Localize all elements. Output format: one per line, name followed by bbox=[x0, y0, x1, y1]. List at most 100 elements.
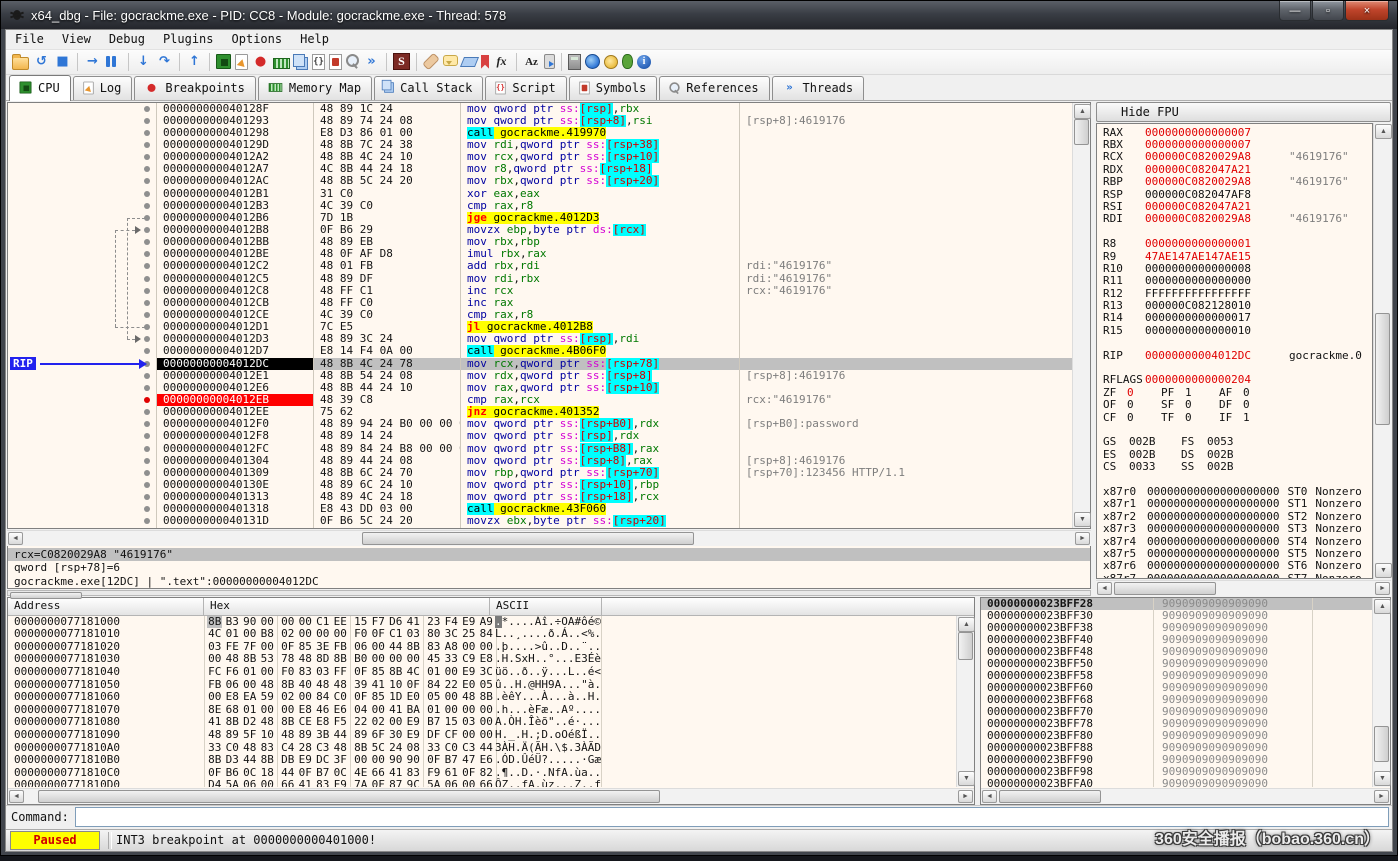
disasm-row[interactable]: 000000000040130948 8B 6C 24 70mov rbp,qw… bbox=[8, 467, 1072, 479]
segment-value[interactable]: 0033 bbox=[1129, 461, 1181, 473]
stack-vertical-scrollbar[interactable]: ▲ ▼ bbox=[1372, 598, 1390, 787]
disasm-row[interactable]: 000000000040128F48 89 1C 24mov qword ptr… bbox=[8, 103, 1072, 115]
menu-item-file[interactable]: File bbox=[6, 30, 53, 48]
disasm-row[interactable]: 000000000040129348 89 74 24 08mov qword … bbox=[8, 115, 1072, 127]
disassembly-horizontal-scrollbar[interactable]: ◄ ► bbox=[7, 530, 1091, 546]
scroll-down-button[interactable]: ▼ bbox=[1374, 771, 1391, 786]
hex-byte[interactable]: 00 bbox=[298, 691, 313, 704]
dump-rows[interactable]: 00000000771810008BB390000000C1EE15F7D641… bbox=[8, 616, 956, 787]
disasm-row[interactable]: 00000000004012EE75 62jnz gocrackme.40135… bbox=[8, 406, 1072, 418]
disasm-row[interactable]: 0000000000401298E8 D3 86 01 00call gocra… bbox=[8, 127, 1072, 139]
flag-value[interactable]: 0 bbox=[1185, 412, 1219, 424]
disasm-row[interactable]: 00000000004012A248 8B 4C 24 10mov rcx,qw… bbox=[8, 151, 1072, 163]
instruction-dot[interactable] bbox=[144, 239, 150, 245]
calculator-icon[interactable] bbox=[568, 54, 581, 70]
hex-byte[interactable]: 03 bbox=[406, 628, 421, 641]
hex-byte[interactable]: FF bbox=[333, 666, 348, 679]
step-into-icon[interactable]: ↓ bbox=[135, 53, 152, 70]
hex-byte[interactable]: D4 bbox=[207, 779, 222, 786]
instruction-dot[interactable] bbox=[144, 191, 150, 197]
hex-byte[interactable]: 3B bbox=[315, 729, 330, 742]
disasm-row[interactable]: 00000000004012EB48 39 C8cmp rax,rcxrcx:"… bbox=[8, 394, 1072, 406]
hex-byte[interactable]: 00 bbox=[444, 666, 459, 679]
scroll-thumb[interactable] bbox=[958, 632, 973, 660]
scroll-thumb[interactable] bbox=[362, 532, 694, 545]
references-icon[interactable]: » bbox=[363, 53, 380, 70]
instruction-dot[interactable] bbox=[144, 118, 150, 124]
hex-byte[interactable]: 00 bbox=[315, 628, 330, 641]
dump-row[interactable]: 0000000077181040FCF60100F08303FF0F858B4C… bbox=[8, 666, 956, 679]
disasm-row[interactable]: 00000000004012BE48 0F AF D8imul rbx,rax bbox=[8, 248, 1072, 260]
hex-byte[interactable]: 44 bbox=[333, 729, 348, 742]
disasm-row[interactable]: 00000000004012B67D 1Bjge gocrackme.4012D… bbox=[8, 212, 1072, 224]
instruction-dot[interactable] bbox=[144, 215, 150, 221]
scroll-left-button[interactable]: ◄ bbox=[8, 532, 23, 545]
disasm-row[interactable]: 000000000040131348 89 4C 24 18mov qword … bbox=[8, 491, 1072, 503]
text-encoding-icon[interactable]: Az bbox=[523, 53, 540, 70]
segment-value[interactable]: 002B bbox=[1207, 461, 1259, 473]
bookmarks-icon[interactable] bbox=[481, 55, 489, 69]
disasm-row[interactable]: 00000000004012BB48 89 EBmov rbx,rbp bbox=[8, 236, 1072, 248]
hex-byte[interactable]: 8B bbox=[260, 754, 275, 767]
tab-breakpoints[interactable]: ●Breakpoints bbox=[134, 76, 255, 100]
hex-byte[interactable]: C1 bbox=[388, 628, 403, 641]
hex-byte[interactable]: 85 bbox=[371, 666, 386, 679]
hex-byte[interactable]: DB bbox=[280, 754, 295, 767]
hex-byte[interactable]: DC bbox=[315, 754, 330, 767]
register-value[interactable]: 0000000000000001 bbox=[1145, 237, 1251, 250]
register-value[interactable]: 000000C082047A21 bbox=[1145, 163, 1251, 176]
hex-byte[interactable]: 87 bbox=[388, 779, 403, 786]
stack-row[interactable]: 00000000023BFF409090909090909090 bbox=[981, 634, 1372, 646]
disasm-row[interactable]: 00000000004012E648 8B 44 24 10mov rax,qw… bbox=[8, 382, 1072, 394]
scroll-thumb[interactable] bbox=[10, 592, 82, 599]
hex-byte[interactable]: 00 bbox=[260, 779, 275, 786]
instruction-dot[interactable] bbox=[144, 433, 150, 439]
register-value[interactable]: 000000C0820029A8 bbox=[1145, 212, 1251, 225]
scroll-up-button[interactable]: ▲ bbox=[1374, 599, 1391, 614]
hex-byte[interactable]: 10 bbox=[260, 729, 275, 742]
scroll-thumb[interactable] bbox=[1074, 119, 1089, 145]
instruction-dot[interactable] bbox=[144, 276, 150, 282]
disasm-row[interactable]: 000000000040131D0F B6 5C 24 20movzx ebx,… bbox=[8, 515, 1072, 527]
hex-byte[interactable]: 06 bbox=[242, 779, 257, 786]
report-bug-icon[interactable] bbox=[622, 54, 633, 69]
instruction-dot[interactable] bbox=[144, 178, 150, 184]
hex-byte[interactable]: 4C bbox=[406, 666, 421, 679]
dump-row[interactable]: 00000000771810D0D45A0600664183F97A0F879C… bbox=[8, 779, 956, 786]
disasm-row[interactable]: 00000000004012CB48 FF C0inc rax bbox=[8, 297, 1072, 309]
hex-byte[interactable]: 25 bbox=[461, 628, 476, 641]
scroll-down-button[interactable]: ▼ bbox=[1375, 563, 1392, 578]
hex-byte[interactable]: 47 bbox=[461, 754, 476, 767]
register-value[interactable]: 0000000000000204 bbox=[1145, 373, 1251, 386]
flag-value[interactable]: 0 bbox=[1185, 399, 1219, 411]
hex-byte[interactable]: 0F bbox=[371, 779, 386, 786]
flag-value[interactable]: 0 bbox=[1127, 412, 1161, 424]
scroll-right-button[interactable]: ► bbox=[958, 790, 973, 803]
register-value[interactable]: 0000000000000007 bbox=[1145, 126, 1251, 139]
segment-line[interactable]: CS0033SS002B bbox=[1103, 461, 1372, 473]
restart-icon[interactable]: ↺ bbox=[33, 53, 50, 70]
symbols-icon[interactable] bbox=[329, 54, 342, 70]
dump-vertical-scrollbar[interactable]: ▲ ▼ bbox=[956, 616, 974, 787]
hex-byte[interactable]: 02 bbox=[280, 691, 295, 704]
hex-byte[interactable]: 8B bbox=[388, 666, 403, 679]
registers-vertical-scrollbar[interactable]: ▲ ▼ bbox=[1373, 123, 1391, 579]
disasm-row[interactable]: 00000000004012C248 01 FBadd rbx,rdirdi:"… bbox=[8, 260, 1072, 272]
instruction-dot[interactable] bbox=[144, 482, 150, 488]
instruction-dot[interactable] bbox=[144, 263, 150, 269]
snowman-icon[interactable]: S bbox=[393, 53, 410, 70]
register-value[interactable]: 000000C082047A21 bbox=[1145, 200, 1251, 213]
disasm-row[interactable]: 00000000004012AC48 8B 5C 24 20mov rbx,qw… bbox=[8, 175, 1072, 187]
disasm-row[interactable]: 00000000004012B131 C0xor eax,eax bbox=[8, 188, 1072, 200]
disasm-row[interactable]: 000000000040130448 89 44 24 08mov qword … bbox=[8, 455, 1072, 467]
dump-horizontal-scrollbar[interactable]: ◄ ► bbox=[8, 788, 974, 804]
disasm-row[interactable]: 00000000004012F048 89 94 24 B0 00 00 00m… bbox=[8, 418, 1072, 430]
info-line[interactable]: gocrackme.exe[12DC] | ".text":0000000000… bbox=[8, 575, 1090, 589]
patch-icon[interactable] bbox=[422, 53, 440, 71]
register-value[interactable]: 0000000000000010 bbox=[1145, 324, 1251, 337]
scroll-left-button[interactable]: ◄ bbox=[1097, 582, 1112, 595]
hex-byte[interactable]: 0F bbox=[353, 666, 368, 679]
instruction-dot[interactable] bbox=[144, 203, 150, 209]
call-stack-icon[interactable] bbox=[296, 57, 308, 70]
hex-byte[interactable]: 00 bbox=[461, 779, 476, 786]
